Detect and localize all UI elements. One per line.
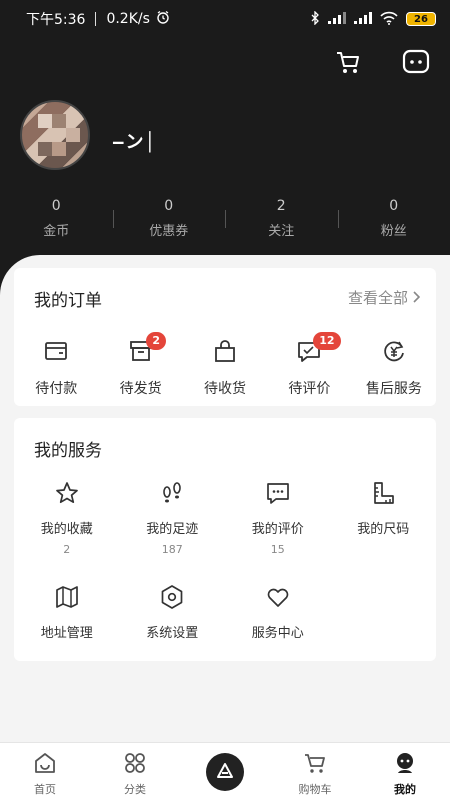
service-addresses[interactable]: 地址管理 (14, 584, 120, 688)
refund-icon (381, 338, 407, 364)
tab-profile[interactable]: 我的 (360, 743, 450, 800)
service-label: 服务中心 (251, 626, 304, 641)
map-icon (54, 584, 80, 610)
tab-categories[interactable]: 分类 (90, 743, 180, 800)
service-label: 我的评价 (251, 522, 304, 537)
stat-value: 2 (276, 198, 286, 214)
message-icon[interactable] (402, 48, 430, 76)
home-icon (33, 751, 57, 775)
avatar[interactable] (20, 100, 90, 170)
service-count: 187 (161, 543, 183, 556)
orders-card: 我的订单 查看全部 待付款 2 待发货 待收货 12 待评价 售后服务 (14, 268, 436, 406)
username[interactable]: ‒ン│ (112, 128, 156, 154)
profile-stats: 0 金币 0 优惠券 2 关注 0 粉丝 (0, 198, 450, 239)
order-item-label: 售后服务 (365, 381, 422, 397)
bottom-tab-bar: 首页 分类 购物车 我的 (0, 742, 450, 800)
tab-center[interactable] (180, 743, 270, 800)
order-pending-payment[interactable]: 待付款 (14, 338, 98, 398)
cart-icon (303, 751, 327, 775)
header-actions (334, 48, 430, 76)
view-all-orders-link[interactable]: 查看全部 (347, 287, 421, 308)
badge-pending-shipment: 2 (146, 332, 167, 350)
service-settings[interactable]: 系统设置 (120, 584, 226, 688)
tab-home[interactable]: 首页 (0, 743, 90, 800)
battery-indicator: 26 (406, 12, 436, 26)
signal-icon (328, 11, 346, 27)
status-time: 下午5:36 (26, 12, 86, 28)
stat-label: 优惠券 (149, 224, 189, 239)
order-status-row: 待付款 2 待发货 待收货 12 待评价 售后服务 (14, 332, 436, 398)
tab-label: 首页 (34, 783, 56, 796)
cart-icon[interactable] (334, 48, 362, 76)
services-title: 我的服务 (34, 441, 102, 461)
order-item-label: 待发货 (119, 381, 162, 397)
service-help-center[interactable]: 服务中心 (225, 584, 331, 688)
stat-label: 关注 (268, 224, 295, 239)
stat-coins[interactable]: 0 金币 (0, 198, 113, 239)
stat-coupons[interactable]: 0 优惠券 (112, 198, 226, 239)
order-after-sales[interactable]: 售后服务 (352, 338, 436, 398)
network-speed: 0.2K/s (106, 11, 150, 27)
service-count: 15 (270, 543, 285, 556)
service-label: 我的足迹 (146, 522, 199, 537)
status-separator (95, 12, 97, 26)
chevron-right-icon (412, 289, 421, 307)
stat-value: 0 (389, 198, 399, 214)
tab-label: 我的 (394, 783, 416, 796)
stat-label: 粉丝 (380, 224, 407, 239)
badge-pending-review: 12 (313, 332, 341, 350)
service-label: 地址管理 (40, 626, 93, 641)
bluetooth-icon (310, 9, 320, 28)
order-pending-shipment[interactable]: 2 待发货 (98, 332, 182, 398)
stat-label: 金币 (43, 224, 70, 239)
tab-cart[interactable]: 购物车 (270, 743, 360, 800)
order-item-label: 待评价 (288, 381, 331, 397)
brand-center-icon (206, 753, 244, 791)
service-label: 我的尺码 (357, 522, 410, 537)
order-pending-review[interactable]: 12 待评价 (267, 332, 351, 398)
service-count: 2 (63, 543, 71, 556)
profile-icon (393, 751, 417, 775)
wifi-icon (380, 11, 398, 28)
service-reviews[interactable]: 我的评价 15 (225, 480, 331, 584)
tab-label: 购物车 (298, 783, 332, 796)
ruler-icon (370, 480, 396, 506)
view-all-label: 查看全部 (347, 289, 408, 307)
service-favorites[interactable]: 我的收藏 2 (14, 480, 120, 584)
order-item-label: 待收货 (204, 381, 247, 397)
signal-hd-icon (354, 11, 372, 27)
services-card: 我的服务 我的收藏 2 我的足迹 187 我的评价 15 我的尺码 地址管理 系… (14, 418, 436, 661)
order-pending-receipt[interactable]: 待收货 (183, 338, 267, 398)
stat-fans[interactable]: 0 粉丝 (337, 198, 450, 239)
services-grid: 我的收藏 2 我的足迹 187 我的评价 15 我的尺码 地址管理 系统设置 服… (14, 480, 436, 688)
grid-icon (123, 751, 147, 775)
service-footprints[interactable]: 我的足迹 187 (120, 480, 226, 584)
stat-following[interactable]: 2 关注 (225, 198, 338, 239)
settings-hex-icon (159, 584, 185, 610)
heart-icon (265, 584, 291, 610)
status-bar: 下午5:36 0.2K/s 26 (0, 0, 450, 38)
star-icon (54, 480, 80, 506)
service-label: 我的收藏 (40, 522, 93, 537)
bag-icon (212, 338, 238, 364)
tab-label: 分类 (124, 783, 146, 796)
stat-value: 0 (164, 198, 174, 214)
service-sizes[interactable]: 我的尺码 (331, 480, 437, 584)
order-item-label: 待付款 (35, 381, 78, 397)
alarm-icon (156, 10, 170, 28)
chat-dots-icon (265, 480, 291, 506)
stat-value: 0 (51, 198, 61, 214)
service-label: 系统设置 (146, 626, 199, 641)
orders-title: 我的订单 (34, 291, 102, 311)
wallet-icon (43, 338, 69, 364)
footprints-icon (159, 480, 185, 506)
